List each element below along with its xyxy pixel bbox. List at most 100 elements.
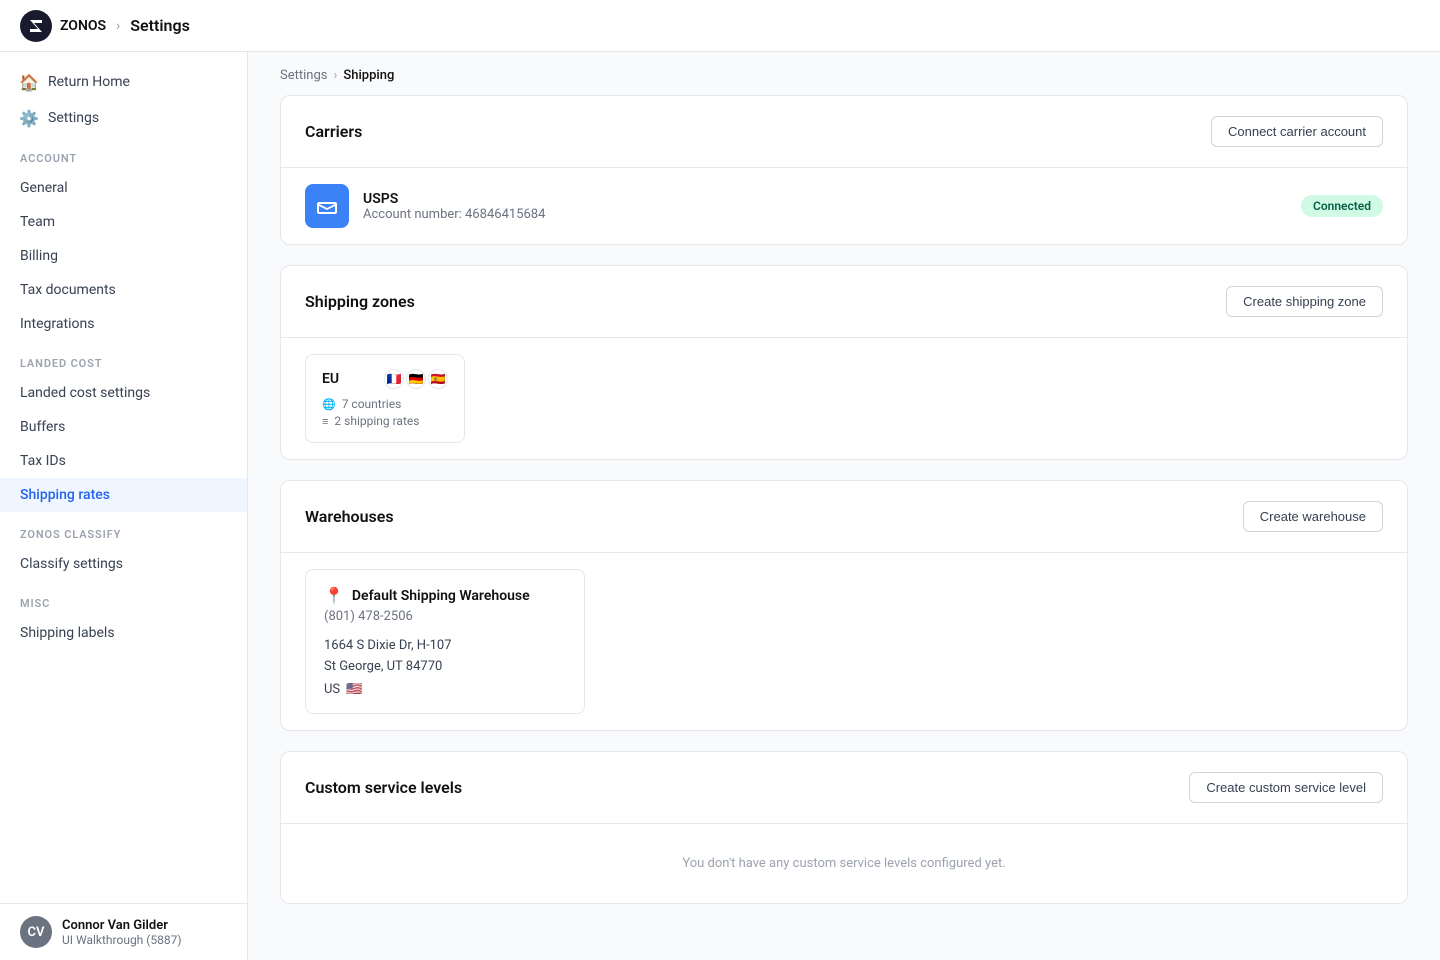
carriers-section: Carriers Connect carrier account USPS Ac…	[280, 95, 1408, 245]
sidebar-item-team[interactable]: Team	[0, 205, 247, 239]
sidebar-item-billing[interactable]: Billing	[0, 239, 247, 273]
sidebar-item-tax-ids[interactable]: Tax IDs	[0, 444, 247, 478]
home-icon: 🏠	[20, 73, 38, 91]
globe-icon: 🌐	[322, 398, 336, 411]
user-info: Connor Van Gilder UI Walkthrough (5887)	[62, 918, 182, 947]
create-warehouse-button[interactable]: Create warehouse	[1243, 501, 1383, 532]
page-title: Settings	[130, 16, 190, 35]
carrier-row-usps[interactable]: USPS Account number: 46846415684 Connect…	[281, 168, 1407, 244]
warehouse-country-flag: 🇺🇸	[346, 682, 362, 697]
carriers-header: Carriers Connect carrier account	[281, 96, 1407, 168]
sidebar-item-general-label: General	[20, 180, 68, 196]
warehouse-address: 1664 S Dixie Dr, H-107 St George, UT 847…	[324, 636, 566, 678]
breadcrumb: Settings › Shipping	[248, 52, 1440, 91]
sidebar-item-shipping-labels[interactable]: Shipping labels	[0, 616, 247, 650]
account-section-label: ACCOUNT	[0, 136, 247, 171]
sidebar-footer: CV Connor Van Gilder UI Walkthrough (588…	[0, 903, 247, 960]
zone-name-eu: EU	[322, 371, 339, 387]
sidebar-item-team-label: Team	[20, 214, 55, 230]
shipping-zones-header: Shipping zones Create shipping zone	[281, 266, 1407, 338]
create-shipping-zone-button[interactable]: Create shipping zone	[1226, 286, 1383, 317]
warehouses-title: Warehouses	[305, 507, 394, 526]
main-layout: 🏠 Return Home ⚙️ Settings ACCOUNT Genera…	[0, 52, 1440, 960]
warehouse-country-code: US	[324, 682, 340, 697]
custom-service-levels-section: Custom service levels Create custom serv…	[280, 751, 1408, 904]
warehouses-section: Warehouses Create warehouse 📍 Default Sh…	[280, 480, 1408, 731]
sidebar-item-tax-documents[interactable]: Tax documents	[0, 273, 247, 307]
zones-body: EU 🇫🇷 🇩🇪 🇪🇸 🌐 7 countries	[281, 338, 1407, 459]
user-name: Connor Van Gilder	[62, 918, 182, 933]
custom-service-levels-header: Custom service levels Create custom serv…	[281, 752, 1407, 824]
zone-card-eu[interactable]: EU 🇫🇷 🇩🇪 🇪🇸 🌐 7 countries	[305, 354, 465, 443]
sidebar-item-buffers-label: Buffers	[20, 419, 65, 435]
breadcrumb-chevron: ›	[116, 18, 120, 34]
sidebar-nav: 🏠 Return Home ⚙️ Settings ACCOUNT Genera…	[0, 52, 247, 903]
sidebar-item-return-home[interactable]: 🏠 Return Home	[0, 64, 247, 100]
sidebar-item-classify-settings-label: Classify settings	[20, 556, 123, 572]
sidebar: 🏠 Return Home ⚙️ Settings ACCOUNT Genera…	[0, 52, 248, 960]
warehouses-header: Warehouses Create warehouse	[281, 481, 1407, 553]
custom-service-levels-empty: You don't have any custom service levels…	[305, 844, 1383, 883]
gear-icon: ⚙️	[20, 109, 38, 127]
usps-account: Account number: 46846415684	[363, 207, 1287, 222]
sidebar-item-integrations-label: Integrations	[20, 316, 94, 332]
user-avatar-initials: CV	[28, 925, 45, 940]
rates-icon: ≡	[322, 415, 328, 428]
warehouse-name-row: 📍 Default Shipping Warehouse	[324, 586, 566, 605]
breadcrumb-separator: ›	[333, 68, 337, 83]
sidebar-item-shipping-labels-label: Shipping labels	[20, 625, 115, 641]
zone-header-eu: EU 🇫🇷 🇩🇪 🇪🇸	[322, 369, 448, 389]
usps-status-badge: Connected	[1301, 195, 1383, 217]
misc-section-label: MISC	[0, 581, 247, 616]
warehouse-address-line2: St George, UT 84770	[324, 657, 566, 678]
user-subtitle: UI Walkthrough (5887)	[62, 933, 182, 947]
warehouses-body: 📍 Default Shipping Warehouse (801) 478-2…	[281, 553, 1407, 730]
sidebar-item-buffers[interactable]: Buffers	[0, 410, 247, 444]
landed-cost-section-label: LANDED COST	[0, 341, 247, 376]
flag-de: 🇩🇪	[406, 369, 426, 389]
flag-es: 🇪🇸	[428, 369, 448, 389]
shipping-zones-section: Shipping zones Create shipping zone EU 🇫…	[280, 265, 1408, 460]
warehouse-card-default[interactable]: 📍 Default Shipping Warehouse (801) 478-2…	[305, 569, 585, 714]
zone-rates-count: 2 shipping rates	[334, 414, 419, 428]
connect-carrier-button[interactable]: Connect carrier account	[1211, 116, 1383, 147]
sidebar-item-shipping-rates-label: Shipping rates	[20, 487, 110, 503]
zone-flags-eu: 🇫🇷 🇩🇪 🇪🇸	[384, 369, 448, 389]
sidebar-item-shipping-rates[interactable]: Shipping rates	[0, 478, 247, 512]
sidebar-item-tax-documents-label: Tax documents	[20, 282, 116, 298]
content-inner: Carriers Connect carrier account USPS Ac…	[248, 91, 1440, 944]
usps-name: USPS	[363, 191, 1287, 207]
warehouse-phone: (801) 478-2506	[324, 609, 566, 624]
warehouse-name: Default Shipping Warehouse	[352, 588, 530, 604]
zonos-classify-section-label: ZONOS CLASSIFY	[0, 512, 247, 547]
warehouse-address-line1: 1664 S Dixie Dr, H-107	[324, 636, 566, 657]
user-avatar: CV	[20, 916, 52, 948]
sidebar-item-general[interactable]: General	[0, 171, 247, 205]
sidebar-item-classify-settings[interactable]: Classify settings	[0, 547, 247, 581]
usps-info: USPS Account number: 46846415684	[363, 191, 1287, 222]
zone-meta-eu: 🌐 7 countries ≡ 2 shipping rates	[322, 397, 448, 428]
location-pin-icon: 📍	[324, 586, 344, 605]
sidebar-item-billing-label: Billing	[20, 248, 58, 264]
zone-countries-count: 7 countries	[342, 397, 402, 411]
sidebar-item-integrations[interactable]: Integrations	[0, 307, 247, 341]
carriers-title: Carriers	[305, 122, 362, 141]
main-content: Settings › Shipping Carriers Connect car…	[248, 52, 1440, 960]
sidebar-item-landed-cost-settings-label: Landed cost settings	[20, 385, 150, 401]
usps-icon	[305, 184, 349, 228]
sidebar-item-settings[interactable]: ⚙️ Settings	[0, 100, 247, 136]
warehouse-country: US 🇺🇸	[324, 682, 566, 697]
create-custom-service-level-button[interactable]: Create custom service level	[1189, 772, 1383, 803]
breadcrumb-current: Shipping	[343, 68, 394, 83]
app-logo-text: ZONOS	[60, 18, 106, 34]
sidebar-item-settings-label: Settings	[48, 110, 99, 126]
shipping-zones-title: Shipping zones	[305, 292, 415, 311]
zone-rates-row: ≡ 2 shipping rates	[322, 414, 448, 428]
breadcrumb-parent[interactable]: Settings	[280, 68, 327, 83]
sidebar-item-landed-cost-settings[interactable]: Landed cost settings	[0, 376, 247, 410]
top-bar: ZONOS › Settings	[0, 0, 1440, 52]
app-logo[interactable]: ZONOS	[20, 10, 106, 42]
custom-service-levels-title: Custom service levels	[305, 778, 462, 797]
custom-service-levels-body: You don't have any custom service levels…	[281, 824, 1407, 903]
sidebar-item-tax-ids-label: Tax IDs	[20, 453, 66, 469]
